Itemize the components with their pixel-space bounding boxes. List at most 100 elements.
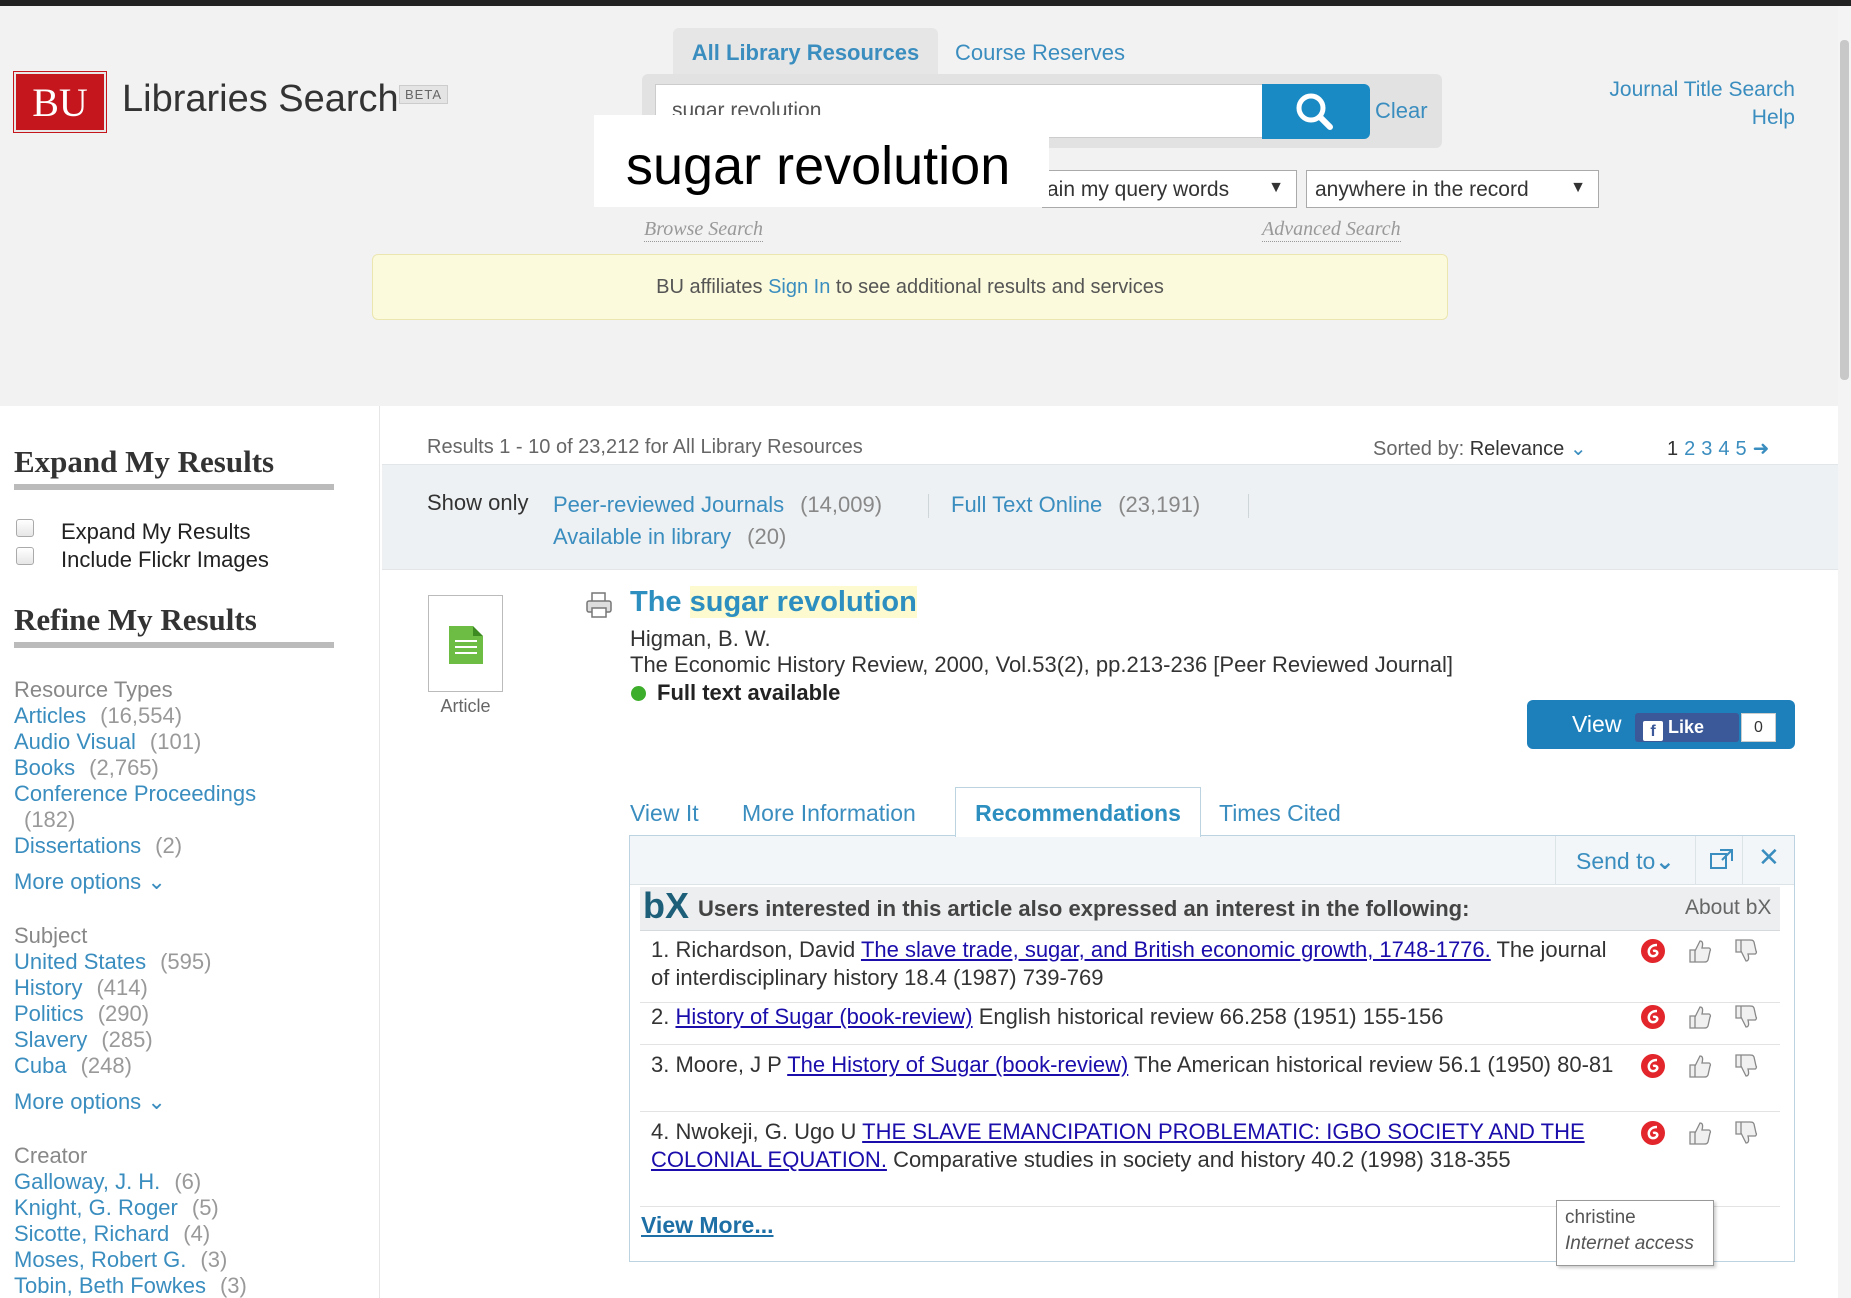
- facet-item[interactable]: Dissertations (2): [14, 833, 182, 859]
- tab-recommendations[interactable]: Recommendations: [955, 787, 1201, 837]
- match-select-value: ain my query words: [1047, 178, 1230, 201]
- facet-item[interactable]: Audio Visual (101): [14, 729, 201, 755]
- tab-times-cited[interactable]: Times Cited: [1219, 800, 1341, 827]
- bu-logo[interactable]: BU: [13, 71, 107, 133]
- facet-item[interactable]: Knight, G. Roger (5): [14, 1195, 219, 1221]
- divider: [1248, 494, 1249, 518]
- divider: [1555, 836, 1556, 885]
- match-select[interactable]: ain my query words ▼: [1042, 170, 1297, 208]
- facet-label[interactable]: Knight, G. Roger: [14, 1195, 178, 1220]
- facet-label[interactable]: Sicotte, Richard: [14, 1221, 169, 1246]
- tab-all-library-resources[interactable]: All Library Resources: [673, 28, 938, 78]
- facebook-icon: f: [1643, 721, 1663, 741]
- save-record-icon[interactable]: [1640, 1120, 1666, 1146]
- page-link[interactable]: 2: [1684, 438, 1695, 460]
- filter-label[interactable]: Full Text Online: [951, 492, 1102, 517]
- rec-title-link[interactable]: The slave trade, sugar, and British econ…: [861, 937, 1491, 962]
- thumbs-down-icon[interactable]: [1732, 938, 1758, 964]
- sign-in-link[interactable]: Sign In: [768, 276, 830, 298]
- facet-label[interactable]: Articles: [14, 703, 86, 728]
- journal-title-search-link[interactable]: Journal Title Search: [1550, 78, 1795, 102]
- next-page-arrow-icon[interactable]: ➜: [1753, 438, 1770, 460]
- facet-label[interactable]: Moses, Robert G.: [14, 1247, 186, 1272]
- scrollbar-thumb[interactable]: [1840, 40, 1849, 380]
- facet-label[interactable]: United States: [14, 949, 146, 974]
- close-icon[interactable]: ✕: [1758, 842, 1780, 873]
- filter-count: (14,009): [800, 492, 883, 517]
- open-new-window-icon[interactable]: [1710, 848, 1734, 870]
- record-title-prefix[interactable]: The: [630, 586, 682, 618]
- view-more-link[interactable]: View More...: [641, 1212, 774, 1239]
- page-link[interactable]: 4: [1718, 438, 1729, 460]
- filter-label[interactable]: Peer-reviewed Journals: [553, 492, 784, 517]
- page-link[interactable]: 5: [1736, 438, 1747, 460]
- rec-title-link[interactable]: The History of Sugar (book-review): [787, 1052, 1128, 1077]
- facet-item[interactable]: Books (2,765): [14, 755, 159, 781]
- facet-label[interactable]: Conference Proceedings: [14, 781, 256, 806]
- browse-search-link[interactable]: Browse Search: [644, 218, 764, 242]
- record-title-link[interactable]: The sugar revolution: [630, 586, 917, 619]
- print-icon[interactable]: [585, 592, 613, 618]
- facet-item[interactable]: Moses, Robert G. (3): [14, 1247, 227, 1273]
- facet-label[interactable]: Galloway, J. H.: [14, 1169, 160, 1194]
- facet-item[interactable]: Slavery (285): [14, 1027, 153, 1053]
- clear-link[interactable]: Clear: [1375, 98, 1428, 124]
- facet-label[interactable]: Tobin, Beth Fowkes: [14, 1273, 206, 1298]
- save-record-icon[interactable]: [1640, 1053, 1666, 1079]
- more-options-link[interactable]: More options ⌄: [14, 1089, 166, 1115]
- facet-item[interactable]: Sicotte, Richard (4): [14, 1221, 210, 1247]
- facet-label[interactable]: Audio Visual: [14, 729, 136, 754]
- facet-label[interactable]: Dissertations: [14, 833, 141, 858]
- sort-value[interactable]: Relevance: [1470, 438, 1565, 460]
- thumbs-down-icon[interactable]: [1732, 1053, 1758, 1079]
- tab-more-information[interactable]: More Information: [742, 800, 916, 827]
- facet-label[interactable]: Slavery: [14, 1027, 87, 1052]
- facet-item[interactable]: Galloway, J. H. (6): [14, 1169, 201, 1195]
- field-select[interactable]: anywhere in the record ▼: [1306, 170, 1599, 208]
- save-record-icon[interactable]: [1640, 1004, 1666, 1030]
- rec-number: 3.: [651, 1052, 670, 1077]
- facet-item[interactable]: Politics (290): [14, 1001, 149, 1027]
- show-only-full-text[interactable]: Full Text Online (23,191): [951, 492, 1200, 518]
- facet-item[interactable]: Tobin, Beth Fowkes (3): [14, 1273, 247, 1298]
- divider: [640, 1111, 1780, 1112]
- help-link[interactable]: Help: [1600, 106, 1795, 130]
- more-options-link[interactable]: More options ⌄: [14, 869, 166, 895]
- include-flickr-checkbox[interactable]: [16, 547, 34, 565]
- facet-item[interactable]: History (414): [14, 975, 148, 1001]
- thumbs-up-icon[interactable]: [1686, 938, 1712, 964]
- tab-course-reserves[interactable]: Course Reserves: [955, 28, 1155, 78]
- show-only-peer-reviewed[interactable]: Peer-reviewed Journals (14,009): [553, 492, 882, 518]
- advanced-search-link[interactable]: Advanced Search: [1262, 218, 1401, 242]
- filter-label[interactable]: Available in library: [553, 524, 731, 549]
- send-to-menu[interactable]: Send to⌄: [1576, 848, 1675, 875]
- facet-label[interactable]: History: [14, 975, 82, 1000]
- rec-title-link[interactable]: History of Sugar (book-review): [675, 1004, 972, 1029]
- facet-item[interactable]: Conference Proceedings: [14, 781, 256, 807]
- save-record-icon[interactable]: [1640, 938, 1666, 964]
- facet-item[interactable]: United States (595): [14, 949, 211, 975]
- facet-item[interactable]: Articles (16,554): [14, 703, 182, 729]
- search-button[interactable]: [1262, 84, 1370, 139]
- sort-control[interactable]: Sorted by: Relevance ⌄: [1373, 436, 1587, 461]
- facet-label[interactable]: Cuba: [14, 1053, 67, 1078]
- thumbs-down-icon[interactable]: [1732, 1004, 1758, 1030]
- thumbs-down-icon[interactable]: [1732, 1120, 1758, 1146]
- facet-label[interactable]: Politics: [14, 1001, 84, 1026]
- facebook-like-label: Like: [1668, 717, 1705, 737]
- record-title-highlight[interactable]: sugar revolution: [689, 586, 917, 618]
- about-bx-link[interactable]: About bX: [1685, 896, 1771, 920]
- facet-count: (2,765): [89, 755, 159, 780]
- thumbs-up-icon[interactable]: [1686, 1053, 1712, 1079]
- tab-view-it[interactable]: View It: [630, 800, 699, 827]
- facet-heading-resource-types: Resource Types: [14, 677, 173, 702]
- thumbs-up-icon[interactable]: [1686, 1120, 1712, 1146]
- facebook-like-button[interactable]: f Like: [1635, 713, 1739, 742]
- facet-item[interactable]: Cuba (248): [14, 1053, 132, 1079]
- show-only-available-in-library[interactable]: Available in library (20): [553, 524, 786, 550]
- page-link[interactable]: 3: [1701, 438, 1712, 460]
- thumbs-up-icon[interactable]: [1686, 1004, 1712, 1030]
- chevron-down-icon: ⌄: [1569, 438, 1587, 460]
- expand-results-checkbox[interactable]: [16, 519, 34, 537]
- facet-label[interactable]: Books: [14, 755, 75, 780]
